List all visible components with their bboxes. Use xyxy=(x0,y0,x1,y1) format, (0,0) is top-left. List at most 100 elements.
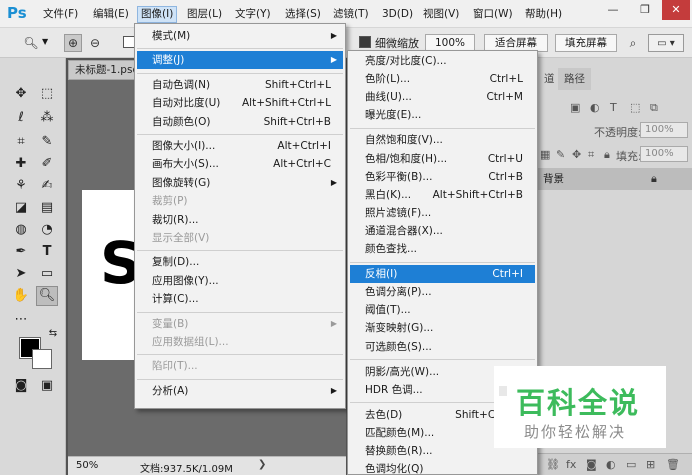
menu-item[interactable]: 色阶(L)... Ctrl+L xyxy=(350,70,535,88)
adjustment-filter-icon[interactable]: ◐ xyxy=(590,101,600,114)
search-icon[interactable]: ⌕ xyxy=(624,34,642,52)
rectangle-tool-icon[interactable]: ▭ xyxy=(36,264,58,284)
dodge-tool-icon[interactable]: ◔ xyxy=(36,220,58,240)
path-selection-icon[interactable]: ➤ xyxy=(10,264,32,284)
minimize-button[interactable]: — xyxy=(598,0,628,20)
menu-select[interactable]: 选择(S) xyxy=(282,6,324,23)
lock-pixels-icon[interactable]: ✎ xyxy=(556,148,565,161)
menu-item[interactable]: 曝光度(E)... xyxy=(350,106,535,124)
menu-layer[interactable]: 图层(L) xyxy=(184,6,225,23)
history-brush-icon[interactable]: ✍ xyxy=(36,176,58,196)
blur-tool-icon[interactable]: ◍ xyxy=(10,220,32,240)
zoom-level[interactable]: 50% xyxy=(76,460,98,471)
delete-layer-icon[interactable]: 🗑︎ xyxy=(666,458,680,471)
menu-item[interactable]: 调整(J) ▶ xyxy=(137,51,343,70)
menu-item[interactable]: 阈值(T)... xyxy=(350,301,535,319)
pen-tool-icon[interactable]: ✒ xyxy=(10,242,32,262)
gradient-tool-icon[interactable]: ▤ xyxy=(36,198,58,218)
zoom-tool-preset-icon[interactable]: 🔍︎ xyxy=(22,34,40,52)
menu-item[interactable]: 应用图像(Y)... xyxy=(137,272,343,290)
menu-item[interactable]: 渐变映射(G)... xyxy=(350,319,535,337)
screen-mode-icon[interactable]: ▣ xyxy=(36,376,58,396)
menu-item[interactable]: 图像大小(I)... Alt+Ctrl+I xyxy=(137,137,343,155)
new-adjustment-icon[interactable]: ◐ xyxy=(606,458,616,471)
menu-edit[interactable]: 编辑(E) xyxy=(90,6,132,23)
status-menu-icon[interactable]: ❯ xyxy=(258,459,266,470)
menu-3d[interactable]: 3D(D) xyxy=(379,6,416,23)
link-layers-icon[interactable]: ⛓ xyxy=(546,458,560,471)
menu-item[interactable]: 曲线(U)... Ctrl+M xyxy=(350,88,535,106)
menu-item[interactable]: 颜色查找... xyxy=(350,240,535,258)
hand-tool-icon[interactable]: ✋ xyxy=(10,286,32,306)
menu-item[interactable]: 自动颜色(O) Shift+Ctrl+B xyxy=(137,113,343,131)
type-tool-icon[interactable]: T xyxy=(36,242,58,262)
healing-brush-icon[interactable]: ✚ xyxy=(10,154,32,174)
lock-transparency-icon[interactable]: ▦ xyxy=(540,148,550,161)
lasso-tool-icon[interactable]: ℓ xyxy=(10,108,32,128)
zoom-out-icon[interactable]: ⊖ xyxy=(86,34,104,52)
maximize-button[interactable]: ❐ xyxy=(630,0,660,20)
menu-item[interactable]: 色调分离(P)... xyxy=(350,283,535,301)
shape-filter-icon[interactable]: ⬚ xyxy=(630,101,640,114)
scrubby-zoom-checkbox[interactable] xyxy=(359,36,371,48)
menu-image[interactable]: 图像(I) xyxy=(137,6,178,23)
menu-item[interactable]: 画布大小(S)... Alt+Ctrl+C xyxy=(137,155,343,173)
smart-object-filter-icon[interactable]: ⧉ xyxy=(650,101,658,115)
menu-item[interactable]: 照片滤镜(F)... xyxy=(350,204,535,222)
lock-position-icon[interactable]: ✥ xyxy=(572,148,581,161)
menu-item[interactable]: 色调均化(Q) xyxy=(350,460,535,475)
new-layer-icon[interactable]: ⊞ xyxy=(646,458,655,471)
brush-tool-icon[interactable]: ✐ xyxy=(36,154,58,174)
menu-item[interactable]: 自然饱和度(V)... xyxy=(350,131,535,149)
menu-help[interactable]: 帮助(H) xyxy=(522,6,565,23)
layer-style-icon[interactable]: fx xyxy=(566,458,576,471)
lock-all-icon[interactable]: 🔒︎ xyxy=(604,148,610,162)
menu-item[interactable]: 黑白(K)... Alt+Shift+Ctrl+B xyxy=(350,186,535,204)
menu-item[interactable]: 自动色调(N) Shift+Ctrl+L xyxy=(137,76,343,94)
more-tools-icon[interactable]: ⋯ xyxy=(10,310,32,330)
menu-item[interactable]: 分析(A) ▶ xyxy=(137,382,343,400)
tab-paths[interactable]: 路径 xyxy=(558,68,591,90)
new-group-icon[interactable]: ▭ xyxy=(626,458,636,471)
move-tool-icon[interactable]: ✥ xyxy=(10,84,32,104)
image-filter-icon[interactable]: ▣ xyxy=(570,101,580,114)
eyedropper-icon[interactable]: ✎ xyxy=(36,132,58,152)
workspace-switcher-icon[interactable]: ▭ ▾ xyxy=(648,34,684,52)
menu-item[interactable]: 可选颜色(S)... xyxy=(350,338,535,356)
close-button[interactable]: ✕ xyxy=(662,0,690,20)
zoom-tool-icon[interactable]: 🔍︎ xyxy=(36,286,58,306)
menu-item[interactable]: 反相(I) Ctrl+I xyxy=(350,265,535,284)
fill-screen-button[interactable]: 填充屏幕 xyxy=(555,34,617,52)
chevron-down-icon[interactable]: ▼ xyxy=(42,37,48,46)
crop-tool-icon[interactable]: ⌗ xyxy=(10,132,32,152)
menu-filter[interactable]: 滤镜(T) xyxy=(330,6,372,23)
menu-window[interactable]: 窗口(W) xyxy=(470,6,516,23)
opacity-field[interactable]: 100% xyxy=(640,122,688,138)
menu-type[interactable]: 文字(Y) xyxy=(232,6,274,23)
menu-item[interactable]: 通道混合器(X)... xyxy=(350,222,535,240)
zoom-in-icon[interactable]: ⊕ xyxy=(64,34,82,52)
fill-field[interactable]: 100% xyxy=(640,146,688,162)
menu-item[interactable]: 自动对比度(U) Alt+Shift+Ctrl+L xyxy=(137,94,343,112)
lock-artboard-icon[interactable]: ⌗ xyxy=(588,148,594,162)
document-tab[interactable]: 未标题-1.psd xyxy=(68,60,138,80)
background-color-swatch[interactable] xyxy=(32,349,52,369)
menu-item[interactable]: 色相/饱和度(H)... Ctrl+U xyxy=(350,150,535,168)
marquee-tool-icon[interactable]: ⬚ xyxy=(36,84,58,104)
menu-file[interactable]: 文件(F) xyxy=(40,6,81,23)
menu-item[interactable]: 计算(C)... xyxy=(137,290,343,308)
menu-item[interactable]: 色彩平衡(B)... Ctrl+B xyxy=(350,168,535,186)
menu-item[interactable]: 亮度/对比度(C)... xyxy=(350,52,535,70)
layer-row-background[interactable]: 背景 🔒︎ xyxy=(536,168,692,190)
menu-item[interactable]: 复制(D)... xyxy=(137,253,343,271)
menu-item[interactable]: 图像旋转(G) ▶ xyxy=(137,174,343,192)
clone-stamp-icon[interactable]: ⚘ xyxy=(10,176,32,196)
menu-item[interactable]: 裁切(R)... xyxy=(137,211,343,229)
quick-mask-icon[interactable]: ◙ xyxy=(10,376,32,396)
magic-wand-icon[interactable]: ⁂ xyxy=(36,108,58,128)
eraser-tool-icon[interactable]: ◪ xyxy=(10,198,32,218)
swap-colors-icon[interactable]: ⇆ xyxy=(42,324,64,344)
menu-view[interactable]: 视图(V) xyxy=(420,6,462,23)
menu-item[interactable]: 模式(M) ▶ xyxy=(137,27,343,45)
add-mask-icon[interactable]: ◙ xyxy=(586,458,597,471)
